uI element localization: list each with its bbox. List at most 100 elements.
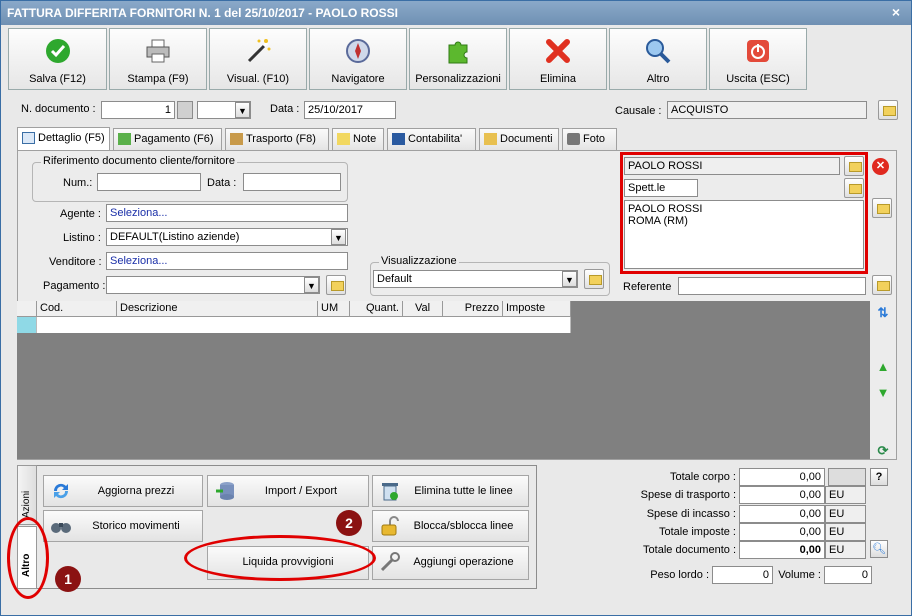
title-bar: FATTURA DIFFERITA FORNITORI N. 1 del 25/… [1, 1, 911, 25]
row-header-corner [17, 301, 37, 317]
remove-customer-icon[interactable]: ✕ [872, 158, 889, 175]
money-icon [118, 133, 131, 145]
lines-grid[interactable]: Cod. Descrizione UM Quant. Val Prezzo Im… [17, 301, 870, 459]
collection-cost-field[interactable]: 0,00 [739, 505, 825, 523]
altro-highlight-ellipse [7, 517, 49, 599]
delete-all-lines-button[interactable]: Elimina tutte le linee [372, 475, 529, 507]
view-select[interactable]: Default [373, 270, 578, 288]
preview-button-label: Visual. (F10) [226, 73, 290, 85]
ref-date-field[interactable] [243, 173, 341, 191]
total-body-extra [828, 468, 866, 486]
total-document-field[interactable]: 0,00 [739, 541, 825, 559]
update-prices-button[interactable]: Aggiorna prezzi [43, 475, 203, 507]
seller-field[interactable]: Seleziona... [106, 252, 348, 270]
ref-num-field[interactable] [97, 173, 201, 191]
tab-label: Trasporto (F8) [246, 133, 316, 145]
tab-label: Contabilita' [408, 133, 463, 145]
total-body-field[interactable]: 0,00 [739, 468, 825, 486]
col-descrizione[interactable]: Descrizione [117, 301, 318, 317]
binoculars-icon [51, 523, 71, 533]
folder-icon[interactable] [326, 275, 346, 295]
collection-cost-label: Spese di incasso : [646, 508, 736, 520]
folder-icon[interactable] [878, 100, 898, 120]
chevron-down-icon[interactable]: ▼ [562, 271, 577, 287]
col-imposte[interactable]: Imposte [503, 301, 571, 317]
price-list-label: Listino : [63, 232, 101, 244]
col-quant[interactable]: Quant. [350, 301, 403, 317]
date-field[interactable]: 25/10/2017 [304, 101, 396, 119]
document-number-field[interactable]: 1 [101, 101, 175, 119]
folder-icon[interactable] [584, 269, 604, 289]
delete-x-icon [546, 39, 570, 63]
col-cod[interactable]: Cod. [37, 301, 117, 317]
invoice-window: FATTURA DIFFERITA FORNITORI N. 1 del 25/… [0, 0, 912, 616]
folder-icon[interactable] [872, 275, 892, 295]
tab-contabilita[interactable]: Contabilita' [387, 128, 476, 150]
shipping-cost-label: Spese di trasporto : [640, 489, 736, 501]
price-list-select[interactable]: DEFAULT(Listino aziende) [106, 228, 348, 246]
close-window-button[interactable]: × [889, 5, 903, 20]
tab-documenti[interactable]: Documenti [479, 128, 559, 150]
calendar-icon [22, 132, 35, 144]
chevron-down-icon[interactable]: ▼ [331, 229, 346, 245]
trash-icon [382, 483, 398, 501]
tab-foto[interactable]: Foto [562, 128, 617, 150]
book-icon [392, 133, 405, 145]
exit-button[interactable]: Uscita (ESC) [709, 28, 807, 90]
referente-field[interactable] [678, 277, 866, 295]
tab-pagamento[interactable]: Pagamento (F6) [113, 128, 222, 150]
step-badge-1: 1 [55, 566, 81, 592]
chevron-down-icon[interactable]: ▼ [235, 102, 250, 118]
payment-select[interactable] [106, 276, 320, 294]
vtab-azioni[interactable]: Azioni [17, 465, 37, 525]
customizations-button[interactable]: Personalizzazioni [409, 28, 507, 90]
sort-arrows-icon[interactable]: ⇅ [874, 304, 892, 322]
volume-label: Volume : [778, 569, 821, 581]
liquida-highlight-ellipse [184, 535, 376, 581]
table-row[interactable] [37, 317, 571, 333]
save-button[interactable]: Salva (F12) [8, 28, 107, 90]
preview-button[interactable]: Visual. (F10) [209, 28, 307, 90]
tab-dettaglio[interactable]: Dettaglio (F5) [17, 127, 110, 151]
customizations-button-label: Personalizzazioni [415, 73, 501, 85]
movement-history-button[interactable]: Storico movimenti [43, 510, 203, 542]
shipping-cost-field[interactable]: 0,00 [739, 486, 825, 504]
row-selector[interactable] [17, 317, 37, 333]
delete-button[interactable]: Elimina [509, 28, 607, 90]
more-button[interactable]: Altro [609, 28, 707, 90]
refresh-rows-icon[interactable]: ⟳ [874, 442, 892, 460]
gross-weight-field[interactable]: 0 [712, 566, 773, 584]
agent-field[interactable]: Seleziona... [106, 204, 348, 222]
import-export-button[interactable]: Import / Export [207, 475, 369, 507]
total-taxes-field[interactable]: 0,00 [739, 523, 825, 541]
causale-field[interactable]: ACQUISTO [667, 101, 867, 119]
ref-date-label: Data : [207, 177, 237, 189]
col-um[interactable]: UM [318, 301, 350, 317]
navigator-button-label: Navigatore [331, 73, 385, 85]
arrow-down-icon[interactable]: ▼ [874, 384, 892, 402]
document-number-spin[interactable] [177, 101, 193, 119]
chevron-down-icon[interactable]: ▼ [304, 277, 319, 293]
navigator-button[interactable]: Navigatore [309, 28, 407, 90]
col-val[interactable]: Val [403, 301, 443, 317]
save-button-label: Salva (F12) [29, 73, 86, 85]
lock-unlock-lines-label: Blocca/sblocca linee [413, 520, 514, 532]
folder-icon[interactable] [872, 198, 892, 218]
tab-trasporto[interactable]: Trasporto (F8) [225, 128, 329, 150]
lock-unlock-lines-button[interactable]: Blocca/sblocca linee [372, 510, 529, 542]
arrow-up-icon[interactable]: ▲ [874, 358, 892, 376]
print-button[interactable]: Stampa (F9) [109, 28, 207, 90]
window-title: FATTURA DIFFERITA FORNITORI N. 1 del 25/… [7, 6, 398, 20]
refresh-icon [53, 483, 69, 499]
total-taxes-label: Totale imposte : [658, 526, 736, 538]
col-prezzo[interactable]: Prezzo [443, 301, 503, 317]
help-icon[interactable]: ? [870, 468, 888, 486]
seller-label: Venditore : [49, 256, 102, 268]
reference-group-title: Riferimento documento cliente/fornitore [41, 155, 237, 167]
tab-label: Pagamento (F6) [134, 133, 214, 145]
tab-note[interactable]: Note [332, 128, 384, 150]
volume-field[interactable]: 0 [824, 566, 872, 584]
tools-icon [380, 552, 400, 572]
zoom-plus-icon[interactable]: 🔍︎ [870, 540, 888, 558]
add-operation-button[interactable]: Aggiungi operazione [372, 546, 529, 580]
